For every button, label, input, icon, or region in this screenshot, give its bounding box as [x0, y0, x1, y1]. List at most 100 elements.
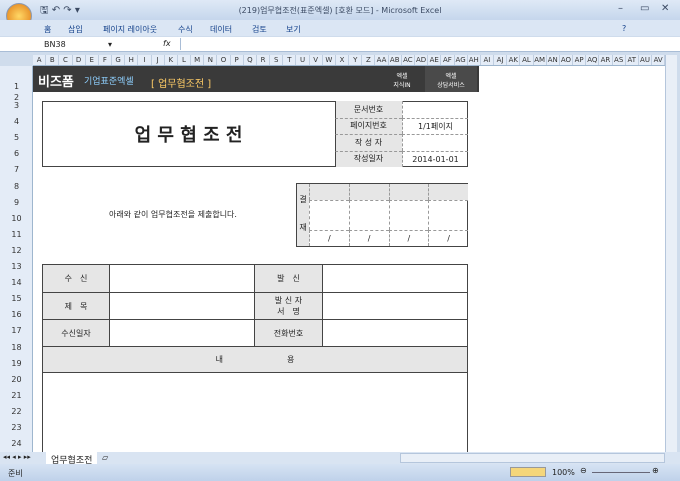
approver-sign-cell[interactable] [428, 200, 468, 230]
help-icon[interactable]: ? [622, 24, 626, 33]
column-header[interactable]: AT [626, 55, 639, 65]
approver-sign-cell[interactable] [388, 200, 429, 230]
column-header[interactable]: AG [455, 55, 468, 65]
row-header[interactable]: 4 [0, 117, 33, 126]
approver-title-cell[interactable] [428, 184, 468, 200]
approval-date[interactable]: / [348, 230, 389, 246]
column-header[interactable]: F [99, 55, 113, 65]
column-header[interactable]: AK [507, 55, 521, 65]
row-header[interactable]: 9 [0, 198, 33, 207]
approver-title-cell[interactable] [348, 184, 389, 200]
approver-sign-cell[interactable] [309, 200, 349, 230]
column-header[interactable]: AN [547, 55, 560, 65]
minimize-button[interactable]: – [618, 3, 623, 14]
row-header[interactable]: 12 [0, 246, 33, 255]
column-header[interactable]: C [59, 55, 73, 65]
column-header[interactable]: AS [613, 55, 626, 65]
row-header[interactable]: 15 [0, 294, 33, 303]
approval-date[interactable]: / [388, 230, 429, 246]
name-box[interactable]: BN38 [44, 40, 66, 49]
column-header[interactable]: AO [560, 55, 574, 65]
column-header[interactable]: AB [389, 55, 402, 65]
worksheet-grid[interactable]: 비즈폼 기업표준엑셀 [ 업무협조전 ] 엑셀 지식IN 엑셀 상담서비스 업 무 … [33, 66, 665, 452]
row-header[interactable]: 7 [0, 165, 33, 174]
approval-date[interactable]: / [428, 230, 468, 246]
approval-date[interactable]: / [309, 230, 349, 246]
row-header[interactable]: 18 [0, 343, 33, 352]
column-header[interactable]: O [217, 55, 231, 65]
row-header[interactable]: 8 [0, 182, 33, 191]
approver-sign-cell[interactable] [348, 200, 389, 230]
column-header[interactable]: B [46, 55, 60, 65]
column-header[interactable]: AV [652, 55, 666, 65]
column-header[interactable]: V [310, 55, 323, 65]
row-header[interactable]: 24 [0, 439, 33, 448]
column-header[interactable]: AJ [494, 55, 508, 65]
meta-value[interactable]: 1/1페이지 [402, 117, 468, 134]
column-header[interactable]: M [191, 55, 205, 65]
approver-title-cell[interactable] [309, 184, 349, 200]
column-header[interactable]: W [323, 55, 336, 65]
column-header[interactable]: Z [362, 55, 376, 65]
column-header[interactable]: G [112, 55, 126, 65]
column-header[interactable]: A [33, 55, 47, 65]
column-header[interactable]: X [336, 55, 350, 65]
meta-value[interactable] [402, 101, 468, 118]
column-header[interactable]: AC [402, 55, 415, 65]
column-header[interactable]: AE [428, 55, 442, 65]
tab-page-layout[interactable]: 페이지 레이아웃 [103, 24, 157, 35]
column-header[interactable]: N [204, 55, 218, 65]
function-icon[interactable]: fx [163, 39, 171, 48]
tab-data[interactable]: 데이터 [210, 24, 232, 35]
column-header[interactable]: AL [520, 55, 534, 65]
column-header[interactable]: J [152, 55, 165, 65]
row-header[interactable]: 11 [0, 230, 33, 239]
column-header[interactable]: L [178, 55, 192, 65]
row-header[interactable]: 17 [0, 326, 33, 335]
insert-sheet-tab[interactable]: ▱ [102, 453, 108, 462]
column-header[interactable]: AA [375, 55, 389, 65]
column-header[interactable]: AP [573, 55, 587, 65]
row-header[interactable]: 16 [0, 310, 33, 319]
column-header[interactable]: R [257, 55, 271, 65]
column-header[interactable]: D [73, 55, 86, 65]
meta-value[interactable]: 2014-01-01 [402, 150, 468, 167]
column-header[interactable]: AD [415, 55, 429, 65]
row-header[interactable]: 3 [0, 101, 33, 110]
approver-title-cell[interactable] [388, 184, 429, 200]
tab-home[interactable]: 홈 [44, 24, 51, 35]
column-header[interactable]: Q [244, 55, 257, 65]
name-box-dropdown-icon[interactable]: ▾ [108, 40, 112, 49]
column-header[interactable]: Y [349, 55, 363, 65]
tab-review[interactable]: 검토 [252, 24, 267, 35]
quick-access-toolbar[interactable]: 🖫 ↶ ↷ ▾ [40, 3, 80, 20]
column-header[interactable]: AI [481, 55, 495, 65]
column-header[interactable]: I [138, 55, 152, 65]
info-value[interactable] [109, 265, 254, 292]
tab-insert[interactable]: 삽입 [68, 24, 83, 35]
row-header[interactable]: 20 [0, 375, 33, 384]
info-value[interactable] [322, 292, 467, 319]
column-header[interactable]: S [270, 55, 284, 65]
row-header[interactable]: 5 [0, 133, 33, 142]
column-header[interactable]: AQ [586, 55, 600, 65]
excel-consult-button[interactable]: 엑셀 상담서비스 [425, 66, 477, 92]
sheet-nav-buttons[interactable]: ◂◂ ◂ ▸ ▸▸ [3, 453, 31, 461]
column-header[interactable]: U [296, 55, 310, 65]
formula-input[interactable] [180, 38, 660, 50]
column-header[interactable]: P [231, 55, 244, 65]
row-header[interactable]: 1 [0, 82, 33, 91]
column-header[interactable]: AF [441, 55, 455, 65]
vertical-scrollbar[interactable] [665, 55, 677, 452]
info-value[interactable] [109, 292, 254, 319]
info-value[interactable] [322, 265, 467, 292]
row-header[interactable]: 19 [0, 359, 33, 368]
column-header[interactable]: AH [468, 55, 481, 65]
zoom-in-icon[interactable]: ⊕ [652, 466, 659, 475]
maximize-button[interactable]: ▭ [640, 3, 649, 14]
tab-formulas[interactable]: 수식 [178, 24, 193, 35]
zoom-slider[interactable] [592, 472, 650, 473]
row-header[interactable]: 14 [0, 278, 33, 287]
info-value[interactable] [109, 319, 254, 346]
column-header[interactable]: E [86, 55, 99, 65]
